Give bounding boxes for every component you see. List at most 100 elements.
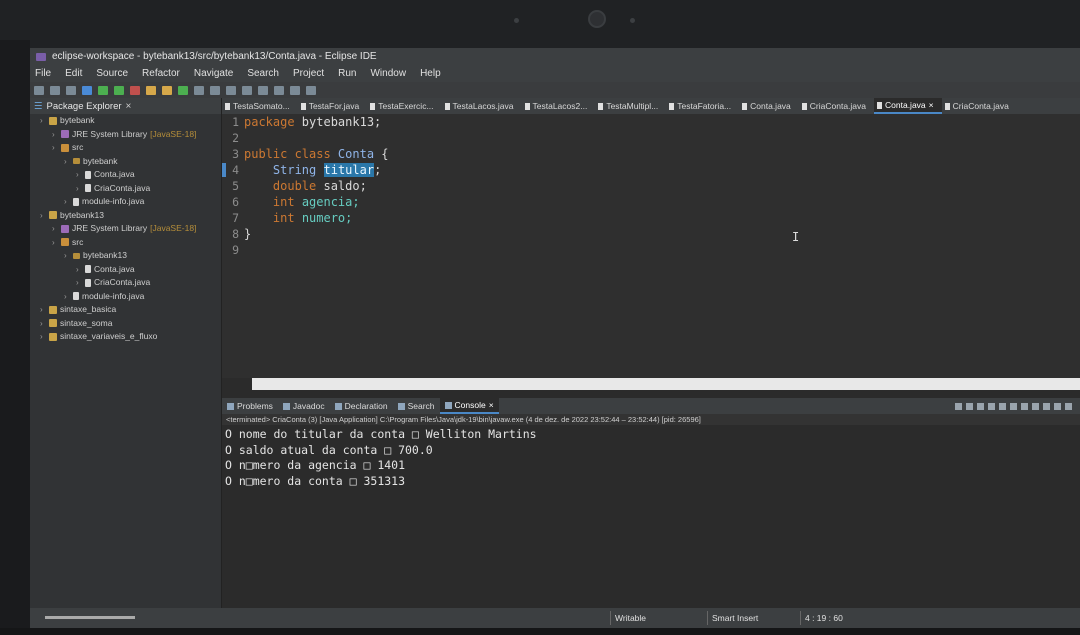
tree-item[interactable]: › src — [30, 236, 221, 250]
chevron-right-icon[interactable]: › — [64, 290, 70, 304]
debug-icon[interactable] — [82, 85, 92, 95]
chevron-right-icon[interactable]: › — [76, 182, 82, 196]
chevron-right-icon[interactable]: › — [52, 128, 58, 142]
tree-item-suffix: [JavaSE-18] — [150, 223, 197, 233]
menu-file[interactable]: File — [35, 66, 51, 82]
save-all-icon[interactable] — [66, 85, 76, 95]
chevron-right-icon[interactable]: › — [40, 317, 46, 331]
tree-item[interactable]: › JRE System Library [JavaSE-18] — [30, 128, 221, 142]
chevron-right-icon[interactable]: › — [76, 276, 82, 290]
console-tab-javadoc[interactable]: Javadoc — [278, 398, 330, 414]
menu-run[interactable]: Run — [338, 66, 356, 82]
explorer-scrollbar[interactable] — [45, 616, 135, 619]
tree-item[interactable]: › bytebank13 — [30, 209, 221, 223]
console-tab-problems[interactable]: Problems — [222, 398, 278, 414]
chevron-right-icon[interactable]: › — [40, 114, 46, 128]
console-tab-declaration[interactable]: Declaration — [330, 398, 393, 414]
run-icon[interactable] — [98, 85, 108, 95]
menu-project[interactable]: Project — [293, 66, 324, 82]
package-explorer-title[interactable]: Package Explorer — [47, 101, 122, 112]
console-tab-search[interactable]: Search — [393, 398, 440, 414]
coverage-icon[interactable] — [114, 85, 124, 95]
chevron-right-icon[interactable]: › — [40, 330, 46, 344]
menu-window[interactable]: Window — [370, 66, 406, 82]
new-icon[interactable] — [34, 85, 44, 95]
scroll-lock-icon[interactable] — [999, 402, 1006, 410]
editor-tab[interactable]: TestaMultipl... — [595, 98, 666, 114]
editor-tab[interactable]: TestaFor.java — [298, 98, 368, 114]
code-editor[interactable]: I 1 package bytebank13; 2 3 public class Con… — [222, 114, 1080, 378]
editor-tab[interactable]: TestaLacos.java — [442, 98, 522, 114]
terminate-icon[interactable] — [955, 402, 962, 410]
menu-help[interactable]: Help — [420, 66, 441, 82]
tree-item[interactable]: › sintaxe_soma — [30, 317, 221, 331]
tree-item[interactable]: › bytebank13 — [30, 249, 221, 263]
tree-item[interactable]: › CriaConta.java — [30, 182, 221, 196]
close-icon[interactable]: × — [489, 397, 494, 413]
forward-icon[interactable] — [290, 85, 300, 95]
console-output[interactable]: O nome do titular da conta □ Welliton Ma… — [222, 425, 1080, 601]
tree-item[interactable]: › bytebank — [30, 114, 221, 128]
editor-tab[interactable]: TestaLacos2... — [522, 98, 596, 114]
close-icon[interactable]: × — [929, 98, 934, 113]
new-class-icon[interactable] — [178, 85, 188, 95]
new-package-icon[interactable] — [162, 85, 172, 95]
menu-navigate[interactable]: Navigate — [194, 66, 233, 82]
chevron-right-icon[interactable]: › — [76, 263, 82, 277]
word-wrap-icon[interactable] — [1010, 402, 1017, 410]
chevron-right-icon[interactable]: › — [64, 195, 70, 209]
external-tools-icon[interactable] — [130, 85, 140, 95]
perspective-icon[interactable] — [306, 85, 316, 95]
next-annotation-icon[interactable] — [242, 85, 252, 95]
tree-item[interactable]: › JRE System Library [JavaSE-18] — [30, 222, 221, 236]
editor-horizontal-scrollbar[interactable] — [252, 378, 1080, 390]
console-tab-console[interactable]: Console × — [439, 397, 499, 414]
package-explorer-header: ☰ Package Explorer × — [30, 98, 221, 114]
back-icon[interactable] — [274, 85, 284, 95]
search-icon[interactable] — [210, 85, 220, 95]
previous-annotation-icon[interactable] — [258, 85, 268, 95]
chevron-right-icon[interactable]: › — [52, 236, 58, 250]
menu-search[interactable]: Search — [247, 66, 279, 82]
menu-refactor[interactable]: Refactor — [142, 66, 180, 82]
open-console-icon[interactable] — [1043, 402, 1050, 410]
tree-item[interactable]: › module-info.java — [30, 290, 221, 304]
tree-item[interactable]: › bytebank — [30, 155, 221, 169]
tree-item[interactable]: › module-info.java — [30, 195, 221, 209]
tree-item[interactable]: › Conta.java — [30, 263, 221, 277]
save-icon[interactable] — [50, 85, 60, 95]
display-console-icon[interactable] — [1032, 402, 1039, 410]
editor-tab[interactable]: CriaConta.java — [942, 98, 1017, 114]
remove-launch-icon[interactable] — [966, 402, 973, 410]
pin-console-icon[interactable] — [1021, 402, 1028, 410]
editor-tab[interactable]: TestaExercic... — [367, 98, 441, 114]
editor-tab[interactable]: Conta.java × — [874, 98, 942, 114]
clear-console-icon[interactable] — [988, 402, 995, 410]
editor-tab-label: TestaLacos2... — [532, 101, 588, 111]
tree-item[interactable]: › sintaxe_variaveis_e_fluxo — [30, 330, 221, 344]
chevron-right-icon[interactable]: › — [52, 222, 58, 236]
chevron-right-icon[interactable]: › — [52, 141, 58, 155]
editor-tab[interactable]: CriaConta.java — [799, 98, 874, 114]
menu-source[interactable]: Source — [96, 66, 128, 82]
menu-edit[interactable]: Edit — [65, 66, 82, 82]
tree-item[interactable]: › CriaConta.java — [30, 276, 221, 290]
minimize-icon[interactable] — [1054, 402, 1061, 410]
chevron-right-icon[interactable]: › — [64, 155, 70, 169]
editor-tab[interactable]: TestaSomato... — [222, 98, 298, 114]
remove-all-icon[interactable] — [977, 402, 984, 410]
chevron-right-icon[interactable]: › — [76, 168, 82, 182]
editor-tab[interactable]: Conta.java — [739, 98, 799, 114]
chevron-right-icon[interactable]: › — [40, 303, 46, 317]
tree-item[interactable]: › sintaxe_basica — [30, 303, 221, 317]
close-icon[interactable]: × — [126, 101, 132, 112]
toggle-mark-icon[interactable] — [226, 85, 236, 95]
chevron-right-icon[interactable]: › — [64, 249, 70, 263]
chevron-right-icon[interactable]: › — [40, 209, 46, 223]
maximize-icon[interactable] — [1065, 402, 1072, 410]
new-java-project-icon[interactable] — [146, 85, 156, 95]
tree-item[interactable]: › Conta.java — [30, 168, 221, 182]
tree-item[interactable]: › src — [30, 141, 221, 155]
open-type-icon[interactable] — [194, 85, 204, 95]
editor-tab[interactable]: TestaFatoria... — [666, 98, 739, 114]
